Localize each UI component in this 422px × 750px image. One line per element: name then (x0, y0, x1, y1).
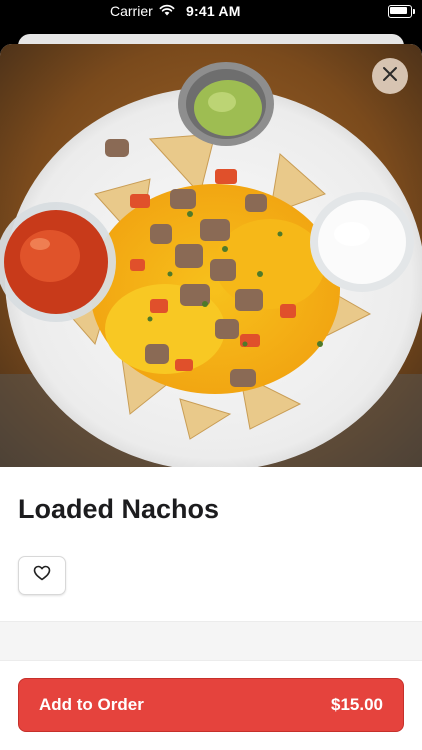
carrier-group: Carrier (110, 3, 175, 19)
close-icon (382, 66, 398, 87)
section-divider (0, 621, 422, 661)
battery-level (390, 7, 407, 14)
favorite-button[interactable] (18, 556, 66, 595)
add-to-order-label: Add to Order (39, 695, 144, 714)
close-button[interactable] (372, 58, 408, 94)
status-time: 9:41 AM (186, 3, 241, 19)
wifi-icon (159, 3, 175, 19)
item-title: Loaded Nachos (18, 494, 220, 524)
carrier-label: Carrier (110, 3, 153, 19)
item-price: $15.00 (331, 695, 383, 714)
app-screen: Carrier 9:41 AM Loaded Nachos Add to Ord… (0, 0, 422, 750)
item-detail-sheet: Loaded Nachos Add to Order $15.00 (0, 44, 422, 750)
status-bar: Carrier 9:41 AM (0, 0, 422, 24)
heart-outline-icon (33, 565, 51, 586)
battery-icon (388, 5, 415, 18)
item-photo (0, 44, 422, 467)
add-to-order-button[interactable]: Add to Order $15.00 (18, 678, 404, 732)
